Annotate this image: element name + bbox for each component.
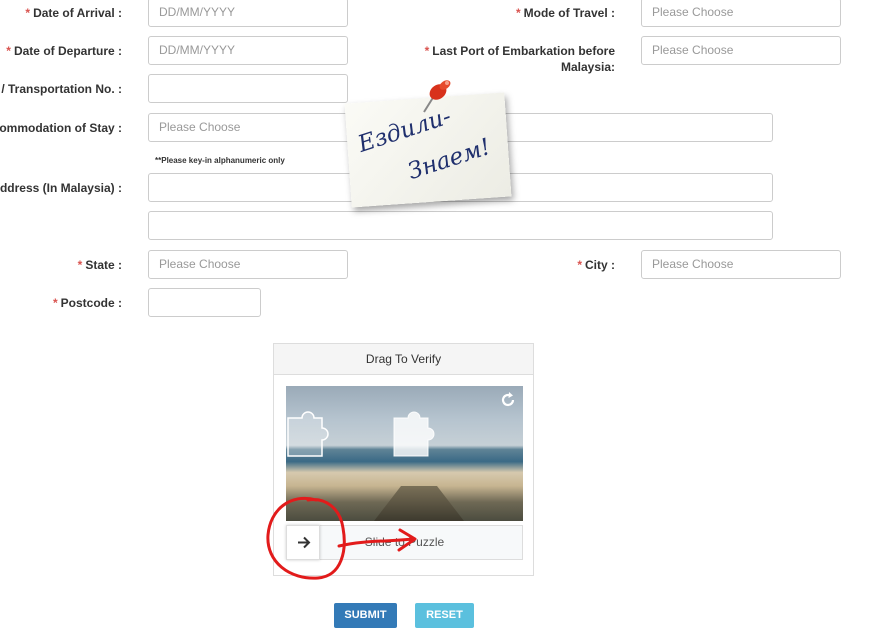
alphanumeric-hint: **Please key-in alphanumeric only [155, 156, 285, 165]
required-mark: * [25, 6, 31, 20]
arrow-right-icon [298, 536, 311, 549]
sticky-note-text-line2: Знаем! [404, 134, 494, 186]
postcode-label: * Postcode : [52, 296, 122, 310]
departure-date-input[interactable]: DD/MM/YYYY [148, 36, 348, 65]
reset-button[interactable]: RESET [415, 603, 474, 628]
puzzle-slot-icon [393, 411, 435, 457]
captcha-slider-handle[interactable] [286, 525, 320, 560]
accommodation-label: ommodation of Stay : [0, 121, 122, 135]
submit-button[interactable]: SUBMIT [334, 603, 397, 628]
departure-label: * Date of Departure : [6, 44, 122, 58]
transport-no-input[interactable] [148, 74, 348, 103]
captcha-title: Drag To Verify [365, 352, 442, 366]
address-label: ddress (In Malaysia) : [0, 181, 122, 195]
required-mark: * [577, 258, 582, 272]
mode-of-travel-label: * Mode of Travel : [515, 6, 615, 20]
captcha-panel: Drag To Verify Slide to Puzzle [273, 343, 534, 576]
required-mark: * [6, 44, 11, 58]
postcode-input[interactable] [148, 288, 261, 317]
mode-of-travel-select[interactable]: Please Choose [641, 0, 841, 27]
puzzle-piece-icon[interactable] [286, 406, 342, 460]
captcha-header: Drag To Verify [274, 344, 533, 375]
address-line2-input[interactable] [148, 211, 773, 240]
required-mark: * [424, 44, 430, 58]
state-label: * State : [77, 258, 122, 272]
slider-text: Slide to Puzzle [364, 535, 445, 549]
pushpin-icon [423, 80, 451, 113]
city-select[interactable]: Please Choose [641, 250, 841, 279]
required-mark: * [52, 296, 58, 310]
required-mark: * [515, 6, 521, 20]
state-select[interactable]: Please Choose [148, 250, 348, 279]
last-port-label: * Last Port of Embarkation before Malaysi… [424, 44, 615, 74]
city-label: * City : [577, 258, 615, 272]
captcha-slider-track[interactable]: Slide to Puzzle [286, 525, 523, 560]
refresh-icon[interactable] [499, 391, 517, 409]
last-port-select[interactable]: Please Choose [641, 36, 841, 65]
transport-no-label: / Transportation No. : [1, 82, 122, 96]
pier-decoration [374, 486, 464, 521]
arrival-label: * Date of Arrival : [25, 6, 122, 20]
required-mark: * [77, 258, 83, 272]
captcha-image [286, 386, 523, 521]
arrival-date-input[interactable]: DD/MM/YYYY [148, 0, 348, 27]
